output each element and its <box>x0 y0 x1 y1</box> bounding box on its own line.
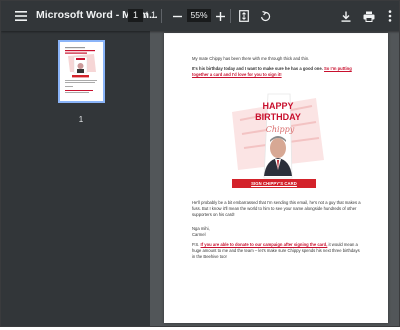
birthday-card-image: HAPPY BIRTHDAY Chippy <box>232 93 324 179</box>
page-total: 1 <box>151 10 157 20</box>
zoom-level-input[interactable]: 55% <box>187 9 211 22</box>
card-name: Chippy <box>266 125 295 134</box>
thumbnail-sidebar: 1 <box>1 31 150 326</box>
signoff-name: Carmel <box>192 232 206 237</box>
rotate-icon[interactable] <box>254 5 276 27</box>
donate-link[interactable]: If you are able to donate to our campaig… <box>201 242 328 247</box>
card-title-happy: HAPPY <box>262 101 293 111</box>
bold-paragraph: It's his birthday today and I want to ma… <box>192 66 362 78</box>
toolbar-divider <box>230 9 231 23</box>
card-title-birthday: BIRTHDAY <box>255 112 301 122</box>
page-separator: / <box>145 10 148 20</box>
fit-page-icon[interactable] <box>233 5 255 27</box>
document-page: My mate Chippy has been there with me th… <box>164 33 388 323</box>
more-vert-icon[interactable] <box>379 5 399 27</box>
page-thumbnail[interactable] <box>58 40 105 103</box>
ps-paragraph: P.S. If you are able to donate to our ca… <box>192 242 362 261</box>
intro-paragraph: My mate Chippy has been there with me th… <box>192 56 310 61</box>
plus-icon[interactable] <box>209 5 231 27</box>
page-number-input[interactable]: 1 <box>128 9 143 22</box>
body-paragraph: He'll probably be a bit embarrassed that… <box>192 200 361 218</box>
bold-line: It's his birthday today and I want to ma… <box>192 66 323 71</box>
menu-icon[interactable] <box>10 5 32 27</box>
download-icon[interactable] <box>335 5 357 27</box>
ps-prefix: P.S. <box>192 242 200 247</box>
thumbnail-page-number: 1 <box>78 115 84 124</box>
print-icon[interactable] <box>358 5 380 27</box>
sign-card-button[interactable]: SIGN CHIPPY'S CARD <box>232 179 316 188</box>
toolbar-divider <box>161 9 162 23</box>
pdf-viewer: Microsoft Word - My m... 1 / 1 55% 1 My … <box>0 0 400 327</box>
minus-icon[interactable] <box>166 5 188 27</box>
toolbar: Microsoft Word - My m... 1 / 1 55% <box>1 1 399 31</box>
